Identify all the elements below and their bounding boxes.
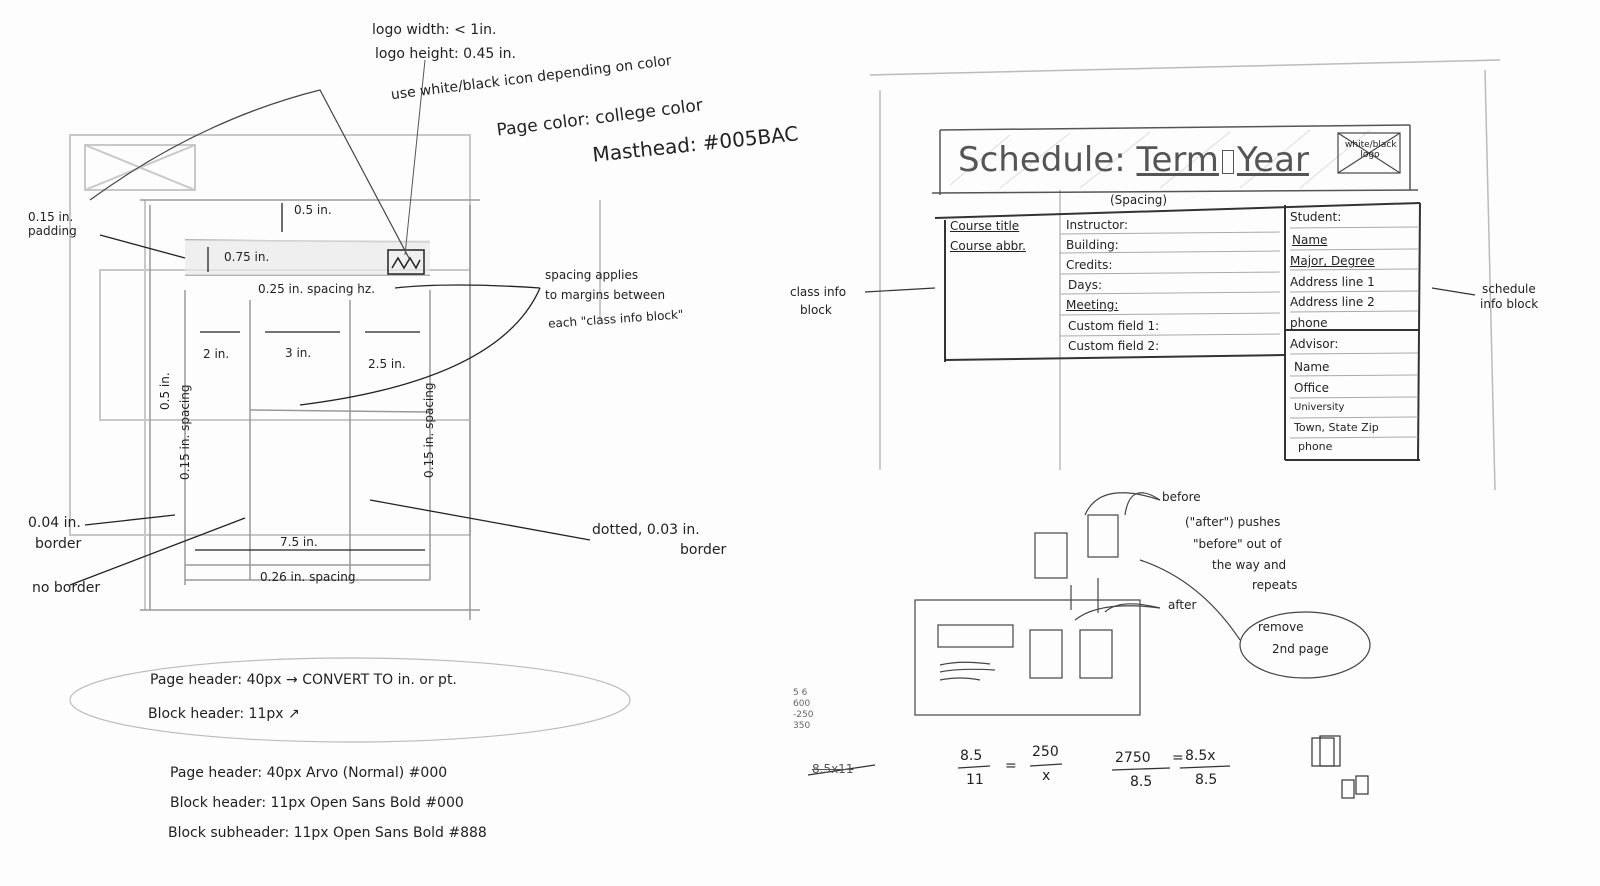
- advisor-university: University: [1294, 402, 1345, 413]
- eq2-left-numerator: 2750: [1115, 750, 1151, 766]
- advisor-town: Town, State Zip: [1294, 421, 1379, 434]
- schedule-title-prefix: Schedule:: [958, 140, 1126, 180]
- spacing-label: (Spacing): [1110, 193, 1168, 207]
- advisor-header: Advisor:: [1290, 337, 1339, 351]
- class-info-callout-line1: class info: [790, 285, 847, 299]
- right-spacing-dim: 0.15 in. spacing: [422, 382, 436, 478]
- eq2-right-denominator: 8.5: [1195, 772, 1218, 788]
- logo-leader-line: [89, 89, 411, 261]
- field-building: Building:: [1066, 238, 1119, 252]
- schedule-info-callout-line2: info block: [1480, 297, 1539, 311]
- logo-width-note: logo width: < 1in.: [372, 22, 497, 38]
- student-address-1: Address line 1: [1290, 275, 1375, 289]
- fraction-bars: [807, 763, 1231, 776]
- schedule-title-term: Term: [1136, 140, 1219, 180]
- font-spec-block-subheader: Block subheader: 11px Open Sans Bold #88…: [168, 825, 487, 841]
- scratch-line-2: 600: [793, 699, 811, 709]
- field-instructor: Instructor:: [1066, 218, 1129, 232]
- before-label: before: [1162, 490, 1201, 504]
- field-custom-2: Custom field 2:: [1068, 339, 1160, 353]
- border-callout-line1: 0.04 in.: [28, 515, 81, 531]
- eq1-left-denominator: 11: [966, 772, 984, 788]
- font-spec-block-header: Block header: 11px Open Sans Bold #000: [170, 795, 464, 811]
- eq1-left-numerator: 8.5: [960, 748, 983, 764]
- eq2-left-denominator: 8.5: [1130, 774, 1153, 790]
- student-phone: phone: [1290, 316, 1328, 330]
- student-major: Major, Degree: [1290, 254, 1375, 268]
- after-label: after: [1168, 598, 1197, 612]
- padding-dim: 0.15 in. padding: [28, 210, 77, 238]
- scratch-line-4: 350: [793, 721, 811, 731]
- remove-note-line1: remove: [1258, 620, 1304, 634]
- field-custom-1: Custom field 1:: [1068, 319, 1160, 333]
- course-abbr: Course abbr.: [950, 239, 1026, 253]
- page-doodle-icons: [1311, 735, 1369, 799]
- eq1-right-numerator: 250: [1032, 744, 1059, 760]
- scratch-line-1: 5 6: [793, 688, 808, 698]
- pushes-note-line2: "before" out of: [1193, 537, 1282, 551]
- total-width-dim: 7.5 in.: [280, 535, 318, 549]
- left-spacing-dim: 0.15 in. spacing: [178, 384, 192, 480]
- before-after-diagram: [914, 492, 1371, 716]
- border-callout-line2: border: [35, 536, 82, 552]
- font-notes-oval: [69, 657, 631, 743]
- eq2-right-numerator: 8.5x: [1185, 748, 1216, 764]
- advisor-office: Office: [1294, 381, 1330, 395]
- student-name: Name: [1292, 233, 1328, 247]
- scratch-line-3: -250: [793, 710, 814, 720]
- eq2-equals: =: [1172, 750, 1184, 766]
- pushes-note-line4: repeats: [1252, 578, 1298, 592]
- spacing-applies-line2: to margins between: [545, 288, 666, 302]
- crossed-out-ratio: 8.5x11: [812, 762, 854, 776]
- oval-note-line1: Page header: 40px → CONVERT TO in. or pt…: [150, 672, 457, 688]
- remove-note-line2: 2nd page: [1272, 642, 1329, 656]
- dotted-border-line1: dotted, 0.03 in.: [592, 522, 700, 538]
- logo-placeholder-label: white/black logo: [1345, 140, 1397, 160]
- schedule-title: Schedule: Term Year: [958, 140, 1309, 180]
- advisor-phone: phone: [1298, 440, 1333, 453]
- field-meeting: Meeting:: [1066, 298, 1119, 312]
- logo-height-note: logo height: 0.45 in.: [375, 46, 516, 62]
- bottom-spacing-dim: 0.26 in. spacing: [260, 570, 356, 584]
- col1-dim: 2 in.: [203, 347, 230, 361]
- field-days: Days:: [1068, 278, 1102, 292]
- pushes-note-line1: ("after") pushes: [1185, 515, 1281, 529]
- schedule-info-callout-line1: schedule: [1482, 282, 1536, 296]
- term-year-separator: [1221, 149, 1234, 174]
- col2-dim: 3 in.: [285, 346, 312, 360]
- class-info-callout-line2: block: [800, 303, 832, 317]
- header-height-dim: 0.75 in.: [224, 250, 270, 264]
- scratch-math: 5 6 600 -250 350: [793, 688, 813, 732]
- student-header: Student:: [1290, 210, 1342, 224]
- vert-spacing-dim: 0.5 in.: [158, 372, 172, 410]
- oval-note-line2: Block header: 11px ↗: [148, 706, 300, 722]
- advisor-name: Name: [1294, 360, 1330, 374]
- course-title: Course title: [950, 219, 1020, 233]
- schedule-title-year: Year: [1236, 140, 1309, 180]
- eq1-equals: =: [1005, 758, 1017, 774]
- no-border-callout: no border: [32, 580, 101, 596]
- pushes-note-line3: the way and: [1212, 558, 1287, 572]
- spacing-applies-line1: spacing applies: [545, 268, 639, 282]
- left-header-shade: [185, 240, 430, 275]
- top-margin-dim: 0.5 in.: [294, 203, 332, 217]
- dotted-border-line2: border: [680, 542, 727, 558]
- field-credits: Credits:: [1066, 258, 1113, 272]
- eq1-right-denominator: x: [1042, 768, 1051, 784]
- spacing-hz-dim: 0.25 in. spacing hz.: [258, 282, 376, 296]
- student-address-2: Address line 2: [1290, 295, 1375, 309]
- font-spec-page-header: Page header: 40px Arvo (Normal) #000: [170, 765, 448, 781]
- col3-dim: 2.5 in.: [368, 357, 406, 371]
- sketch-lines: [69, 59, 1501, 799]
